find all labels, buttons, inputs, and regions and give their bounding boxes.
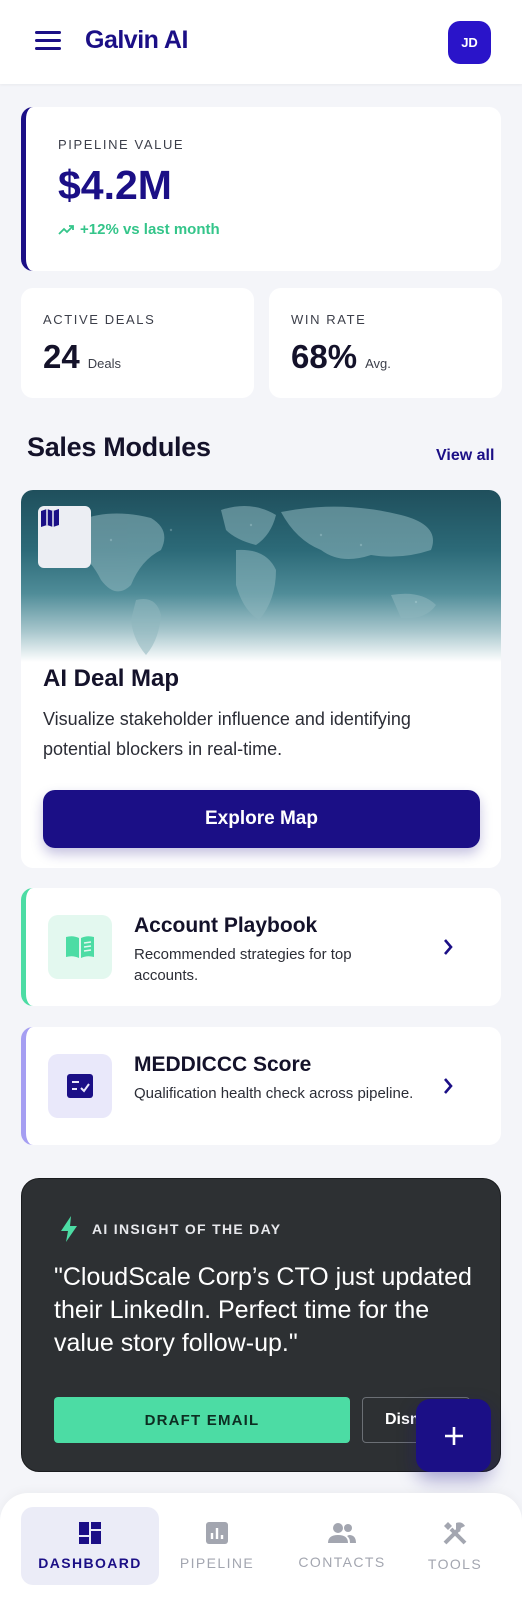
tools-icon (443, 1522, 467, 1545)
meddiccc-icon-tile (48, 1054, 112, 1118)
active-deals-label: ACTIVE DEALS (43, 312, 156, 327)
win-rate-card: WIN RATE 68% Avg. (269, 288, 502, 398)
win-rate-value-row: 68% Avg. (291, 338, 391, 376)
playbook-icon-tile (48, 915, 112, 979)
insight-label: AI INSIGHT OF THE DAY (92, 1221, 282, 1237)
account-playbook-title: Account Playbook (134, 914, 318, 937)
explore-map-button[interactable]: Explore Map (43, 790, 480, 848)
nav-label-tools: TOOLS (427, 1556, 483, 1572)
world-map-image (21, 490, 501, 662)
active-deals-value: 24 (43, 338, 80, 375)
meddiccc-score-title: MEDDICCC Score (134, 1053, 312, 1076)
top-app-bar: Galvin AI JD (0, 0, 522, 84)
meddiccc-score-description: Qualification health check across pipeli… (134, 1085, 414, 1102)
account-playbook-card[interactable]: Account Playbook Recommended strategies … (21, 888, 501, 1006)
view-all-link[interactable]: View all (436, 447, 494, 465)
win-rate-value: 68% (291, 338, 358, 375)
book-icon (66, 936, 94, 958)
insight-quote: "CloudScale Corp’s CTO just updated thei… (54, 1263, 472, 1357)
map-badge (38, 506, 91, 568)
nav-label-contacts: CONTACTS (298, 1554, 386, 1570)
checklist-icon (67, 1074, 93, 1098)
app-title: Galvin AI (85, 26, 188, 54)
insight-header: AI INSIGHT OF THE DAY (58, 1215, 281, 1243)
bottom-navigation: DASHBOARD PIPELINE CONTACTS TOOLS (0, 1493, 522, 1600)
dashboard-icon (79, 1522, 101, 1544)
deal-map-card: AI Deal Map Visualize stakeholder influe… (21, 490, 501, 868)
meddiccc-score-card[interactable]: MEDDICCC Score Qualification health chec… (21, 1027, 501, 1145)
bar-chart-icon (206, 1522, 228, 1544)
nav-label-pipeline: PIPELINE (179, 1555, 255, 1571)
plus-icon (444, 1426, 463, 1445)
draft-email-button[interactable]: DRAFT EMAIL (54, 1397, 350, 1443)
account-playbook-description: Recommended strategies for top accounts. (134, 946, 352, 984)
lightning-icon (61, 1216, 77, 1242)
deal-map-description: Visualize stakeholder influence and iden… (43, 709, 411, 759)
nav-item-dashboard[interactable]: DASHBOARD (21, 1507, 159, 1585)
pipeline-trend-text: +12% vs last month (80, 221, 220, 238)
nav-item-tools[interactable]: TOOLS (415, 1507, 495, 1585)
nav-label-dashboard: DASHBOARD (38, 1555, 142, 1571)
map-icon (41, 509, 59, 527)
win-rate-label: WIN RATE (291, 312, 367, 327)
win-rate-unit: Avg. (365, 356, 391, 371)
pipeline-trend: +12% vs last month (58, 221, 220, 238)
sales-modules-title: Sales Modules (27, 432, 211, 462)
user-avatar[interactable]: JD (448, 21, 491, 64)
trending-up-icon (58, 224, 74, 235)
hamburger-menu-icon[interactable] (35, 31, 61, 51)
chevron-right-icon (444, 939, 453, 955)
nav-item-contacts[interactable]: CONTACTS (292, 1507, 392, 1585)
add-fab-button[interactable] (416, 1399, 491, 1472)
active-deals-unit: Deals (87, 356, 121, 371)
active-deals-card: ACTIVE DEALS 24 Deals (21, 288, 254, 398)
people-icon (328, 1523, 356, 1543)
pipeline-value-card: PIPELINE VALUE $4.2M +12% vs last month (21, 107, 501, 271)
pipeline-value-label: PIPELINE VALUE (58, 137, 185, 152)
active-deals-value-row: 24 Deals (43, 338, 121, 376)
pipeline-value: $4.2M (58, 162, 172, 208)
deal-map-title: AI Deal Map (43, 665, 180, 692)
chevron-right-icon (444, 1078, 453, 1094)
nav-item-pipeline[interactable]: PIPELINE (172, 1507, 262, 1585)
